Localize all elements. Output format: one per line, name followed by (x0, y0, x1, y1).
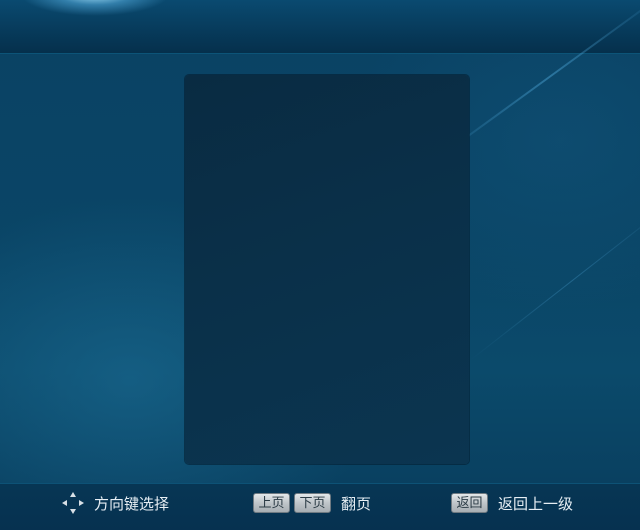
dpad-arrows-icon (62, 492, 84, 514)
page-up-button[interactable]: 上页 (253, 493, 290, 513)
top-header-bar (0, 0, 640, 54)
background-light-streak-2 (469, 200, 640, 361)
back-hint-label: 返回上一级 (498, 495, 574, 513)
back-button[interactable]: 返回 (451, 493, 488, 513)
page-turn-hint-label: 翻页 (341, 495, 372, 513)
navigate-hint-label: 方向键选择 (94, 495, 170, 513)
media-screen: 方向键选择 上页 下页 翻页 返回 返回上一级 (0, 0, 640, 530)
page-down-button[interactable]: 下页 (294, 493, 331, 513)
header-glow (20, 0, 170, 16)
content-panel[interactable] (185, 75, 469, 464)
